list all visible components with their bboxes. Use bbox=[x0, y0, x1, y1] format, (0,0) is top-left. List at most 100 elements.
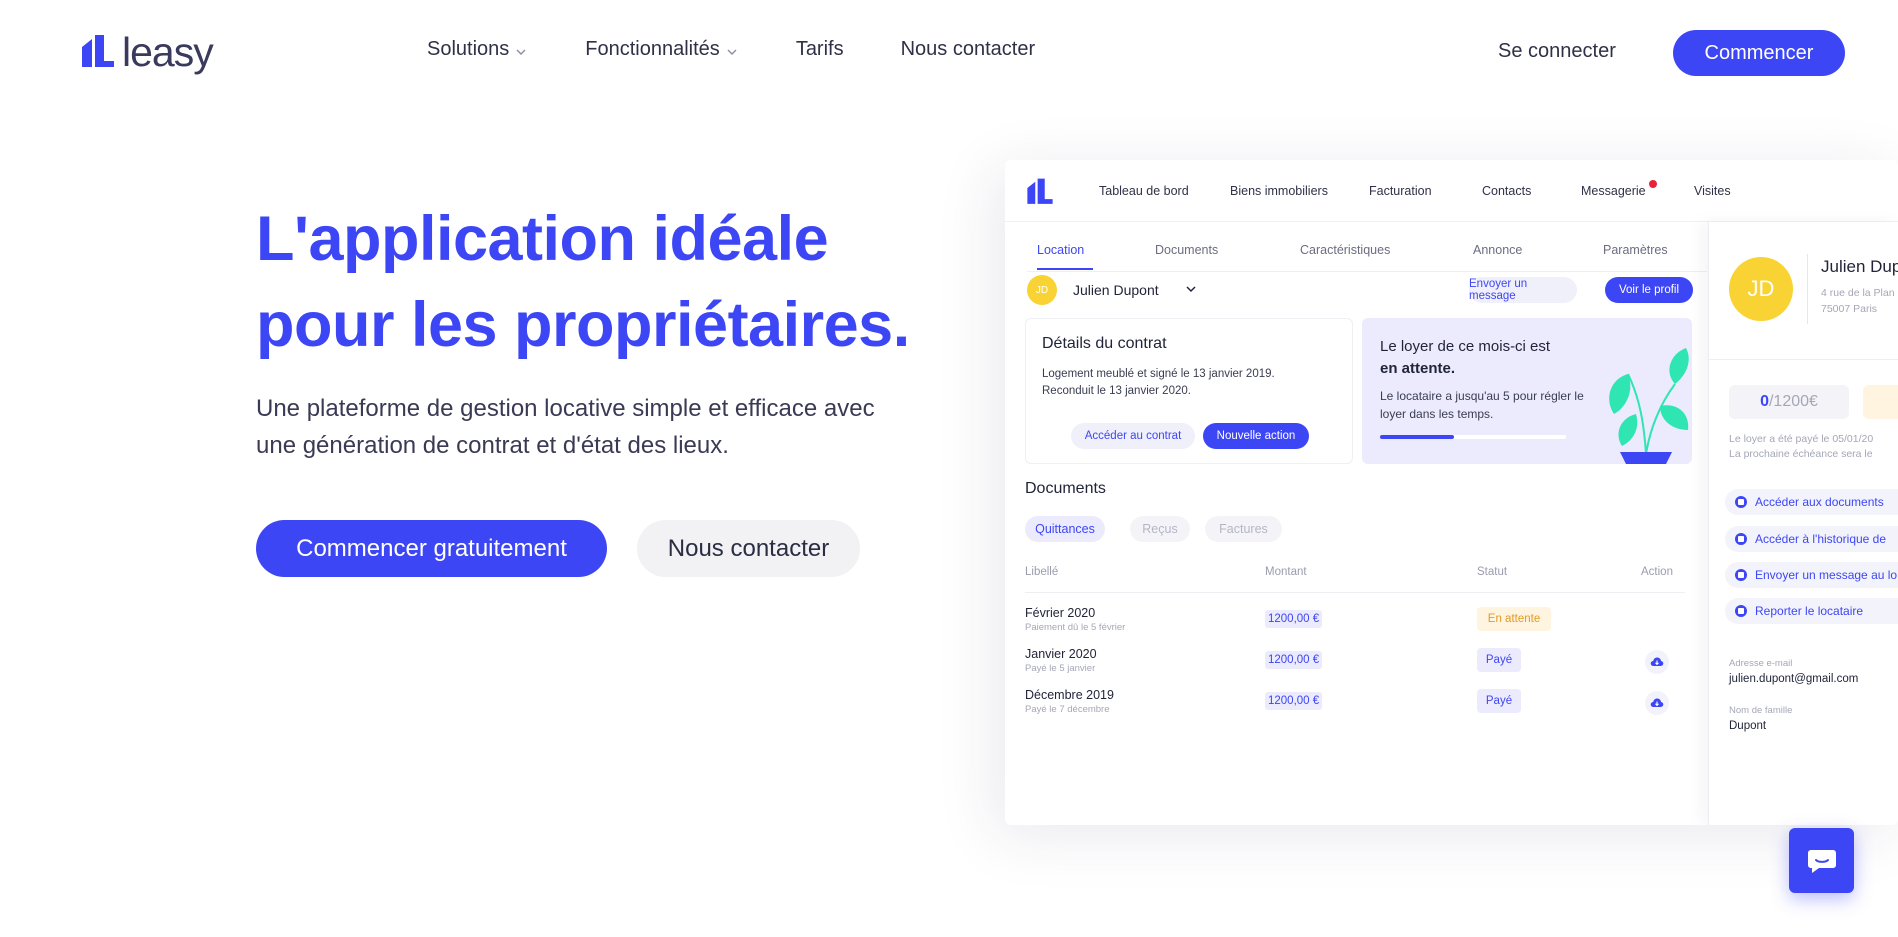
app-preview-topbar: Tableau de bord Biens immobiliers Factur… bbox=[1005, 160, 1898, 222]
status-badge: En attente bbox=[1477, 607, 1551, 631]
nav-contact-label: Nous contacter bbox=[900, 38, 1036, 60]
download-icon bbox=[1645, 691, 1669, 715]
payment-note-line2: La prochaine échéance sera le bbox=[1729, 448, 1873, 460]
login-link[interactable]: Se connecter bbox=[1498, 40, 1616, 63]
main-nav: Solutions Fonctionnalités Tarifs Nous co… bbox=[427, 38, 1035, 61]
rent-text-line2: loyer dans les temps. bbox=[1380, 407, 1494, 421]
nav-fonctionnalites[interactable]: Fonctionnalités bbox=[585, 38, 738, 61]
active-tab-underline bbox=[1037, 268, 1093, 270]
profile-address-line2: 75007 Paris bbox=[1821, 303, 1878, 315]
profile-link-history: Accéder à l'historique de bbox=[1725, 526, 1898, 552]
chip-quittances: Quittances bbox=[1025, 516, 1105, 542]
app-preview: Tableau de bord Biens immobiliers Factur… bbox=[1005, 160, 1898, 825]
download-icon bbox=[1645, 650, 1669, 674]
logo-mark-icon bbox=[82, 35, 114, 67]
rent-status-text: Le locataire a jusqu'au 5 pour régler le… bbox=[1380, 387, 1605, 423]
paid-total: /1200€ bbox=[1768, 393, 1818, 410]
access-contract-pill: Accéder au contrat bbox=[1071, 423, 1195, 449]
chat-widget-button[interactable] bbox=[1789, 828, 1854, 893]
rent-status-title: Le loyer de ce mois-ci est en attente. bbox=[1380, 336, 1580, 380]
hero-subtitle-line1: Une plateforme de gestion locative simpl… bbox=[256, 395, 875, 422]
row-sub: Payé le 7 décembre bbox=[1025, 704, 1110, 715]
row-amount: 1200,00 € bbox=[1265, 692, 1323, 710]
profile-address: 4 rue de la Plan 75007 Paris bbox=[1821, 285, 1898, 317]
nav-fonctionnalites-label: Fonctionnalités bbox=[585, 38, 720, 60]
row-label: Décembre 2019 bbox=[1025, 688, 1114, 702]
rent-text-line1: Le locataire a jusqu'au 5 pour régler le bbox=[1380, 389, 1584, 403]
profile-panel: JD Julien Dupo 4 rue de la Plan 75007 Pa… bbox=[1708, 222, 1898, 825]
document-icon bbox=[1735, 496, 1747, 508]
row-amount: 1200,00 € bbox=[1265, 651, 1323, 669]
chevron-down-icon bbox=[727, 49, 737, 55]
rent-progress-fill bbox=[1380, 435, 1455, 439]
documents-title: Documents bbox=[1025, 480, 1106, 497]
nav-solutions-label: Solutions bbox=[427, 38, 510, 60]
chip-factures: Factures bbox=[1205, 516, 1282, 542]
start-button[interactable]: Commencer bbox=[1673, 30, 1845, 76]
profile-link-documents: Accéder aux documents bbox=[1725, 489, 1898, 515]
contract-card-title: Détails du contrat bbox=[1042, 335, 1167, 352]
hero-title: L'application idéale pour les propriétai… bbox=[256, 196, 956, 368]
app-tab-listing: Annonce bbox=[1473, 243, 1523, 257]
nav-tarifs[interactable]: Tarifs bbox=[796, 38, 844, 61]
chip-recus: Reçus bbox=[1130, 516, 1190, 542]
col-header-status: Statut bbox=[1477, 566, 1508, 578]
app-tabs: Location Documents Caractéristiques Anno… bbox=[1027, 232, 1707, 272]
app-nav-properties: Biens immobiliers bbox=[1230, 184, 1328, 198]
cloud-download-icon bbox=[1650, 657, 1664, 666]
rent-title-line2: en attente. bbox=[1380, 360, 1456, 377]
app-logo-icon bbox=[1027, 178, 1053, 204]
profile-address-line1: 4 rue de la Plan bbox=[1821, 287, 1895, 299]
start-free-button[interactable]: Commencer gratuitement bbox=[256, 520, 607, 577]
rent-title-line1: Le loyer de ce mois-ci est bbox=[1380, 338, 1551, 355]
new-action-pill: Nouvelle action bbox=[1203, 423, 1309, 449]
row-label: Février 2020 bbox=[1025, 606, 1096, 620]
profile-separator bbox=[1709, 359, 1898, 360]
status-badge: Payé bbox=[1477, 648, 1521, 672]
email-value: julien.dupont@gmail.com bbox=[1729, 673, 1859, 685]
pending-box bbox=[1863, 385, 1898, 419]
profile-link-message: Envoyer un message au lo bbox=[1725, 562, 1898, 588]
chevron-down-icon bbox=[516, 49, 526, 55]
paid-value: 0 bbox=[1760, 393, 1769, 410]
rent-status-card: Le loyer de ce mois-ci est en attente. L… bbox=[1362, 318, 1692, 464]
chat-bubble-icon bbox=[1807, 849, 1836, 873]
contract-card-text: Logement meublé et signé le 13 janvier 2… bbox=[1042, 366, 1342, 400]
nav-contact[interactable]: Nous contacter bbox=[901, 38, 1036, 61]
nav-solutions[interactable]: Solutions bbox=[427, 38, 527, 61]
paid-amount-box: 0/1200€ bbox=[1729, 385, 1849, 419]
lastname-label: Nom de famille bbox=[1729, 705, 1793, 716]
plant-illustration bbox=[1609, 348, 1689, 464]
view-profile-pill: Voir le profil bbox=[1605, 277, 1693, 303]
chevron-down-icon bbox=[1186, 286, 1196, 293]
tenant-name: Julien Dupont bbox=[1073, 282, 1159, 298]
hero-subtitle: Une plateforme de gestion locative simpl… bbox=[256, 390, 936, 464]
lastname-value: Dupont bbox=[1729, 720, 1767, 732]
hero-title-line1: L'application idéale bbox=[256, 204, 829, 274]
alert-icon bbox=[1735, 605, 1747, 617]
app-nav-billing: Facturation bbox=[1369, 184, 1432, 198]
profile-link-label: Reporter le locataire bbox=[1755, 604, 1864, 618]
hero-title-line2: pour les propriétaires. bbox=[256, 290, 910, 360]
payment-note-line1: Le loyer a été payé le 05/01/20 bbox=[1729, 433, 1874, 445]
logo[interactable]: leasy bbox=[82, 30, 214, 74]
contact-us-button[interactable]: Nous contacter bbox=[637, 520, 860, 577]
hero-subtitle-line2: une génération de contrat et d'état des … bbox=[256, 432, 729, 459]
row-sub: Paiement dû le 5 février bbox=[1025, 622, 1126, 633]
profile-link-report: Reporter le locataire bbox=[1725, 598, 1898, 624]
status-badge: Payé bbox=[1477, 689, 1521, 713]
send-message-pill: Envoyer un message bbox=[1469, 277, 1577, 303]
col-header-label: Libellé bbox=[1025, 566, 1059, 578]
nav-tarifs-label: Tarifs bbox=[795, 38, 844, 60]
contract-line1: Logement meublé et signé le 13 janvier 2… bbox=[1042, 368, 1275, 380]
col-header-action: Action bbox=[1641, 566, 1673, 578]
history-icon bbox=[1735, 533, 1747, 545]
row-amount: 1200,00 € bbox=[1265, 610, 1323, 628]
profile-divider bbox=[1807, 254, 1808, 324]
profile-link-label: Accéder aux documents bbox=[1755, 495, 1884, 509]
profile-link-label: Envoyer un message au lo bbox=[1755, 568, 1898, 582]
payment-note: Le loyer a été payé le 05/01/20 La proch… bbox=[1729, 432, 1898, 462]
profile-avatar: JD bbox=[1729, 257, 1793, 321]
email-label: Adresse e-mail bbox=[1729, 658, 1793, 669]
notification-dot bbox=[1649, 180, 1657, 188]
